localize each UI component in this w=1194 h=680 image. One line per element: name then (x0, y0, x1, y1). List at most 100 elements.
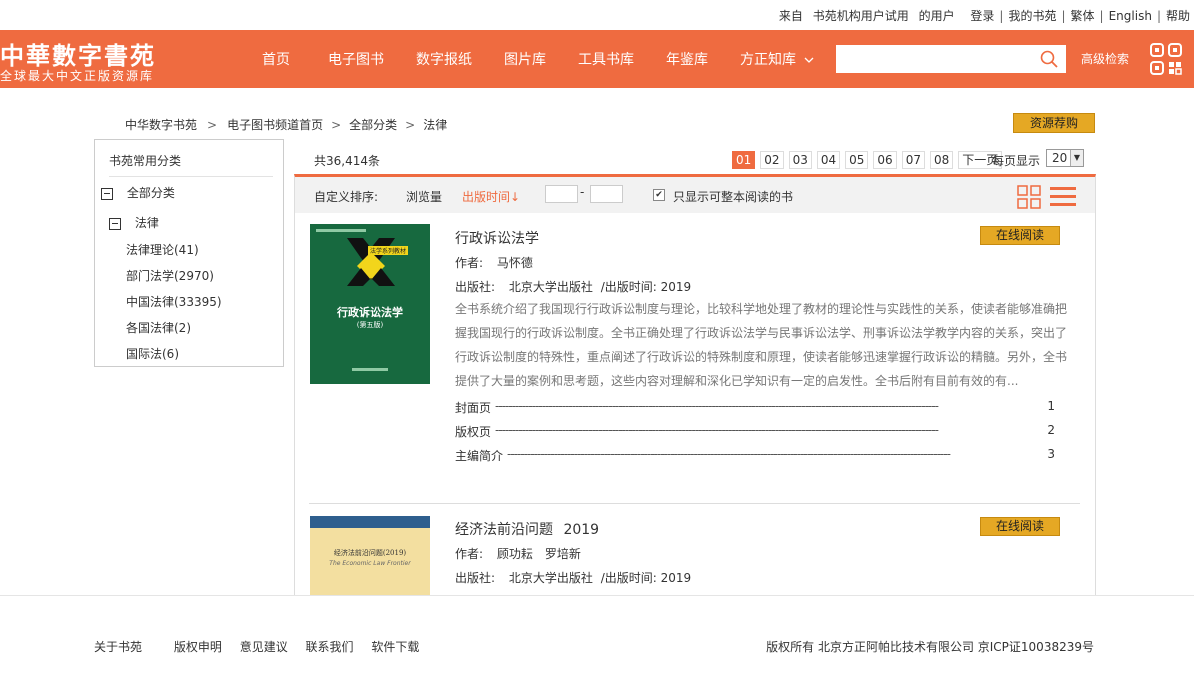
main-nav: 首页 电子图书 数字报纸 图片库 工具书库 年鉴库 方正知库 (244, 30, 834, 88)
collapse-icon[interactable] (101, 187, 113, 200)
sort-bar: 自定义排序: 浏览量 出版时间↓ - ✔ 只显示可整本阅读的书 (295, 177, 1095, 213)
org-name: 书苑机构用户试用 (812, 9, 909, 23)
book-title-year: 2019 (563, 522, 600, 538)
my-shelf-link[interactable]: 我的书苑 (1008, 9, 1056, 23)
tree-category-label: 法律 (134, 216, 159, 230)
book-title-line: 经济法前沿问题 2019 (455, 519, 599, 539)
collapse-icon[interactable] (109, 217, 121, 230)
top-links: 来自 书苑机构用户试用 的用户 登录 | 我的书苑 | 繁体 | English | 帮助 (778, 9, 1190, 23)
per-page-value: 20 (1052, 151, 1068, 165)
sidebar-item-international-law[interactable]: 国际法(6) (126, 345, 179, 362)
breadcrumb-current: 法律 (423, 118, 448, 132)
breadcrumb-ebook-channel[interactable]: 电子图书频道首页 (227, 118, 323, 132)
nav-images[interactable]: 图片库 (492, 30, 558, 88)
book-author-line: 作者: 马怀德 (455, 254, 533, 271)
toc-item[interactable]: 版权页 ------------------------------------… (455, 423, 1055, 440)
resource-recommend-button[interactable]: 资源荐购 (1013, 113, 1095, 133)
book-title[interactable]: 行政诉讼法学 (455, 228, 539, 248)
cover-edition: (第五版) (356, 321, 384, 329)
footer-links: 关于书苑 版权申明 意见建议 联系我们 软件下载 (94, 638, 419, 655)
sidebar-item-chinese-law[interactable]: 中国法律(33395) (126, 293, 222, 310)
page-4[interactable]: 04 (816, 151, 841, 169)
toc-item[interactable]: 主编简介 -----------------------------------… (455, 447, 1055, 464)
pagination: 01 02 03 04 05 06 07 08 下一页 (732, 151, 1007, 169)
divider (309, 503, 1080, 504)
logo[interactable]: 中華數字書苑 (0, 36, 156, 71)
search-input[interactable] (836, 45, 1042, 73)
nav-ebooks[interactable]: 电子图书 (316, 30, 396, 88)
footer-feedback[interactable]: 意见建议 (240, 640, 288, 654)
book-author-line: 作者: 顾功耘 罗培新 (455, 545, 581, 562)
read-online-button[interactable]: 在线阅读 (980, 517, 1060, 536)
user-suffix: 的用户 (918, 9, 955, 23)
publisher-link[interactable]: 北京大学出版社 (509, 571, 593, 585)
book-cover-1[interactable]: 法学系列教材 行政诉讼法学 (第五版) (310, 224, 430, 384)
sort-by-date[interactable]: 出版时间↓ (462, 188, 520, 205)
login-link[interactable]: 登录 (970, 9, 994, 23)
footer-copyright-notice[interactable]: 版权申明 (174, 640, 222, 654)
page-2[interactable]: 02 (760, 151, 784, 169)
page-5[interactable]: 05 (845, 151, 869, 169)
date-label: /出版时间: (600, 571, 657, 585)
year-range-end[interactable] (590, 185, 623, 203)
page-1[interactable]: 01 (732, 151, 756, 169)
per-page-select[interactable]: 20 ▼ (1046, 149, 1084, 167)
category-sidebar: 书苑常用分类 全部分类 法律 法律理论(41) 部门法学(2970) 中国法律(… (94, 139, 284, 367)
toc-item[interactable]: 封面页 ------------------------------------… (455, 399, 1055, 416)
list-view-icon[interactable] (1050, 186, 1076, 208)
book-description: 全书系统介绍了我国现行行政诉讼制度与理论，比较科学地处理了教材的理论性与实践性的… (455, 302, 1068, 388)
advanced-search-link[interactable]: 高级检索 (1081, 50, 1129, 67)
nav-newspapers[interactable]: 数字报纸 (404, 30, 484, 88)
toc-item-page: 1 (1047, 399, 1055, 413)
header: 中華數字書苑 全球最大中文正版资源库 首页 电子图书 数字报纸 图片库 工具书库… (0, 30, 1194, 88)
book-publisher-line: 出版社: 北京大学出版社 /出版时间: 2019 (455, 569, 691, 586)
logo-tagline: 全球最大中文正版资源库 (0, 69, 155, 83)
traditional-link[interactable]: 繁体 (1071, 9, 1095, 23)
full-read-checkbox[interactable]: ✔ (653, 189, 665, 201)
nav-yearbook[interactable]: 年鉴库 (654, 30, 720, 88)
footer-contact[interactable]: 联系我们 (306, 640, 354, 654)
breadcrumb-home[interactable]: 中华数字书苑 (125, 118, 197, 132)
tree-root[interactable]: 全部分类 (101, 184, 175, 201)
qr-code-icon[interactable] (1150, 43, 1182, 75)
publisher-label: 出版社: (455, 280, 496, 294)
footer-copyright: 版权所有 北京方正阿帕比技术有限公司 京ICP证10038239号 (766, 640, 1094, 654)
year-range-start[interactable] (545, 185, 578, 203)
book-title[interactable]: 经济法前沿问题 (455, 522, 553, 538)
tree-category-law[interactable]: 法律 (109, 214, 159, 231)
search-icon[interactable] (1040, 50, 1058, 68)
author-link[interactable]: 顾功耘 罗培新 (497, 547, 581, 561)
english-link[interactable]: English (1109, 9, 1152, 23)
grid-view-icon[interactable] (1017, 185, 1041, 209)
toc-item-page: 2 (1047, 423, 1055, 437)
footer-about[interactable]: 关于书苑 (94, 640, 142, 654)
cover-title: 行政诉讼法学 (337, 306, 403, 319)
sidebar-item-foreign-law[interactable]: 各国法律(2) (126, 319, 191, 336)
help-link[interactable]: 帮助 (1166, 9, 1190, 23)
publisher-link[interactable]: 北京大学出版社 (509, 280, 593, 294)
nav-reference[interactable]: 工具书库 (566, 30, 646, 88)
breadcrumb: 中华数字书苑 > 电子图书频道首页 > 全部分类 > 法律 (125, 118, 448, 132)
nav-zhiku[interactable]: 方正知库 (728, 30, 826, 88)
from-text: 来自 (778, 9, 803, 23)
sidebar-item-legal-theory[interactable]: 法律理论(41) (126, 241, 199, 258)
page-3[interactable]: 03 (788, 151, 812, 169)
sidebar-item-departmental-law[interactable]: 部门法学(2970) (126, 267, 214, 284)
footer-download[interactable]: 软件下载 (371, 640, 419, 654)
publish-year: 2019 (660, 571, 692, 585)
page-6[interactable]: 06 (873, 151, 897, 169)
publish-year: 2019 (660, 280, 692, 294)
sort-by-views[interactable]: 浏览量 (406, 188, 442, 205)
nav-home[interactable]: 首页 (244, 30, 308, 88)
book-cover-2[interactable]: 经济法前沿问题(2019) The Economic Law Frontier (310, 516, 430, 595)
dropdown-arrow-icon: ▼ (1070, 150, 1083, 166)
page-7[interactable]: 07 (901, 151, 925, 169)
result-count: 共36,414条 (314, 154, 380, 168)
breadcrumb-all[interactable]: 全部分类 (349, 118, 397, 132)
tree-root-label: 全部分类 (126, 186, 175, 200)
author-link[interactable]: 马怀德 (497, 256, 533, 270)
sidebar-title: 书苑常用分类 (109, 154, 182, 168)
read-online-button[interactable]: 在线阅读 (980, 226, 1060, 245)
top-bar: 来自 书苑机构用户试用 的用户 登录 | 我的书苑 | 繁体 | English | 帮助 (0, 0, 1194, 30)
page-8[interactable]: 08 (929, 151, 954, 169)
